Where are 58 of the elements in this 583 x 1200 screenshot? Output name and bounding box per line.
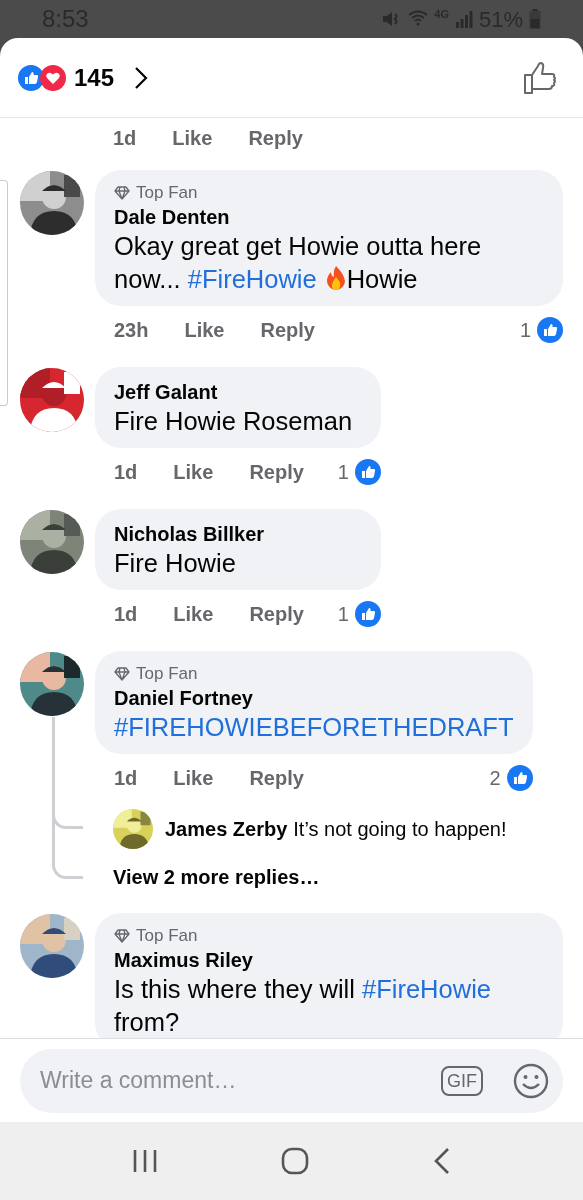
like-reaction-icon <box>18 64 44 91</box>
comment-time: 1d <box>113 126 137 151</box>
commenter-name[interactable]: Nicholas Billker <box>114 521 362 547</box>
like-icon <box>537 317 563 343</box>
like-link[interactable]: Like <box>173 457 214 487</box>
like-link[interactable]: Like <box>172 123 213 153</box>
reply-text: It’s not going to happen! <box>293 818 507 840</box>
comment-time: 1d <box>114 766 138 791</box>
comment-text: Okay great get Howie outta here now... #FireHowie Howie <box>114 231 483 295</box>
like-link[interactable]: Like <box>184 315 225 345</box>
top-fan-label: Top Fan <box>136 182 198 204</box>
reaction-count[interactable]: 145 <box>74 59 115 96</box>
emoji-icon[interactable] <box>513 1062 549 1099</box>
heart-reaction-icon <box>40 64 66 91</box>
hashtag-link[interactable]: #FireHowie <box>362 975 491 1003</box>
top-fan-label: Top Fan <box>136 663 198 685</box>
fire-icon <box>324 265 347 291</box>
reply-link[interactable]: Reply <box>260 315 315 345</box>
comment-time: 1d <box>114 460 138 485</box>
commenter-name[interactable]: Daniel Fortney <box>114 685 514 711</box>
comment-text: Fire Howie Roseman <box>114 406 354 437</box>
commenter-name[interactable]: Jeff Galant <box>114 379 362 405</box>
reply-link[interactable]: Reply <box>249 457 304 487</box>
like-icon <box>354 459 381 485</box>
top-fan-label: Top Fan <box>136 925 198 947</box>
comment-field[interactable]: Write a comment… GIF <box>20 1048 563 1113</box>
reaction-count[interactable]: 1 <box>337 457 349 487</box>
comment-time: 23h <box>114 318 149 343</box>
battery-icon <box>529 9 541 29</box>
comment-text: Is this where they will #FireHowie from? <box>114 974 492 1038</box>
diamond-icon <box>114 929 130 943</box>
reply-link[interactable]: Reply <box>248 123 303 153</box>
commenter-name[interactable]: James Zerby <box>165 818 288 840</box>
comment-time: 1d <box>114 602 138 627</box>
signal-icon <box>454 10 473 28</box>
like-icon <box>354 601 381 627</box>
diamond-icon <box>114 186 130 200</box>
back-icon[interactable] <box>433 1147 452 1175</box>
commenter-name[interactable]: Maximus Riley <box>114 947 544 973</box>
commenter-name[interactable]: Dale Denten <box>114 204 544 230</box>
hashtag-link[interactable]: #FireHowie <box>187 265 317 293</box>
chevron-right-icon[interactable] <box>134 65 149 90</box>
reply-link[interactable]: Reply <box>249 763 304 793</box>
recent-apps-icon[interactable] <box>131 1149 158 1173</box>
reaction-count[interactable]: 1 <box>519 315 531 345</box>
like-link[interactable]: Like <box>173 763 214 793</box>
home-icon[interactable] <box>281 1147 310 1175</box>
reaction-count[interactable]: 2 <box>489 763 501 793</box>
thumbs-up-icon[interactable] <box>523 60 557 95</box>
hashtag-link[interactable]: #FIREHOWIEBEFORETHEDRAFT <box>114 713 514 741</box>
reaction-count[interactable]: 1 <box>337 599 349 629</box>
like-link[interactable]: Like <box>173 599 214 629</box>
diamond-icon <box>114 667 130 681</box>
comment-text: Fire Howie <box>114 548 237 579</box>
view-more-replies-link[interactable]: View 2 more replies… <box>113 862 320 892</box>
like-icon <box>506 765 533 791</box>
reply-link[interactable]: Reply <box>249 599 304 629</box>
gif-button[interactable]: GIF <box>441 1065 483 1096</box>
